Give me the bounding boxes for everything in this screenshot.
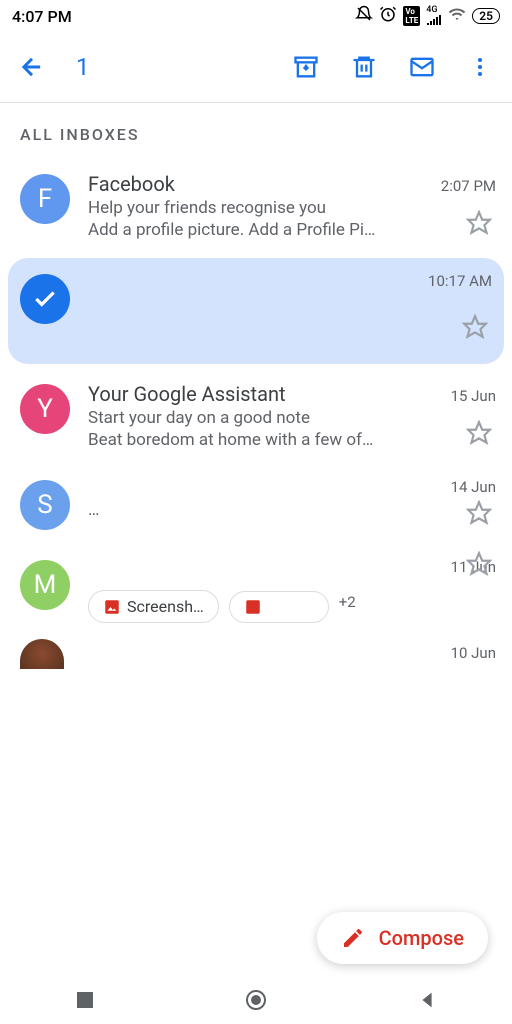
pencil-icon xyxy=(341,926,365,950)
avatar-selected[interactable] xyxy=(20,274,70,324)
volte-icon: VoLTE xyxy=(403,6,420,26)
avatar[interactable]: Y xyxy=(20,384,70,434)
section-label: ALL INBOXES xyxy=(0,103,512,158)
status-icons: VoLTE 4G 25 xyxy=(355,5,500,28)
nav-home[interactable] xyxy=(226,976,286,1024)
attachment-chip[interactable]: Screensh… xyxy=(88,590,219,623)
nav-recent[interactable] xyxy=(55,976,115,1024)
attachment-more: +2 xyxy=(339,593,356,611)
status-time: 4:07 PM xyxy=(12,7,72,26)
app-bar: 1 xyxy=(0,32,512,102)
back-button[interactable] xyxy=(8,43,56,91)
email-row[interactable]: M 11 Jun Screensh… +2 xyxy=(0,544,512,629)
time: 10:17 AM xyxy=(428,272,492,290)
email-row[interactable]: S 14 Jun … xyxy=(0,464,512,544)
wifi-icon xyxy=(448,5,466,27)
star-icon[interactable] xyxy=(466,551,492,581)
subject: Help your friends recognise you xyxy=(88,198,496,218)
compose-button[interactable]: Compose xyxy=(317,912,488,964)
battery-indicator: 25 xyxy=(472,8,500,24)
signal-icon: 4G xyxy=(426,5,442,28)
sender: Your Google Assistant xyxy=(88,382,286,406)
email-row[interactable]: F Facebook 2:07 PM Help your friends rec… xyxy=(0,158,512,254)
status-bar: 4:07 PM VoLTE 4G 25 xyxy=(0,0,512,32)
time: 2:07 PM xyxy=(441,177,496,195)
mark-unread-button[interactable] xyxy=(398,43,446,91)
star-icon[interactable] xyxy=(466,420,492,450)
more-button[interactable] xyxy=(456,43,504,91)
avatar[interactable]: F xyxy=(20,174,70,224)
time: 15 Jun xyxy=(451,387,496,405)
star-icon[interactable] xyxy=(466,500,492,530)
star-icon[interactable] xyxy=(466,210,492,240)
email-row[interactable]: Y Your Google Assistant 15 Jun Start you… xyxy=(0,368,512,464)
alarm-icon xyxy=(379,5,397,27)
nav-back[interactable] xyxy=(397,976,457,1024)
star-icon[interactable] xyxy=(462,314,488,344)
avatar[interactable] xyxy=(20,639,64,669)
compose-label: Compose xyxy=(379,926,464,950)
android-nav-bar xyxy=(0,976,512,1024)
archive-button[interactable] xyxy=(282,43,330,91)
time: 14 Jun xyxy=(451,478,496,496)
image-icon xyxy=(103,598,121,616)
selection-count: 1 xyxy=(76,53,90,81)
delete-button[interactable] xyxy=(340,43,388,91)
email-list: F Facebook 2:07 PM Help your friends rec… xyxy=(0,158,512,669)
email-row-selected[interactable]: 10:17 AM xyxy=(8,258,504,364)
snippet: Add a profile picture. Add a Profile Pi… xyxy=(88,220,496,240)
attachment-name: Screensh… xyxy=(127,597,204,616)
attachment-chip[interactable] xyxy=(229,591,329,623)
time: 10 Jun xyxy=(451,644,496,662)
avatar[interactable]: S xyxy=(20,480,70,530)
image-icon xyxy=(244,598,262,616)
sender: Facebook xyxy=(88,172,175,196)
dnd-icon xyxy=(355,5,373,27)
email-row-partial[interactable]: 10 Jun xyxy=(0,629,512,669)
snippet: Beat boredom at home with a few of… xyxy=(88,430,496,450)
snippet: … xyxy=(88,500,496,520)
avatar[interactable]: M xyxy=(20,560,70,610)
subject: Start your day on a good note xyxy=(88,408,496,428)
